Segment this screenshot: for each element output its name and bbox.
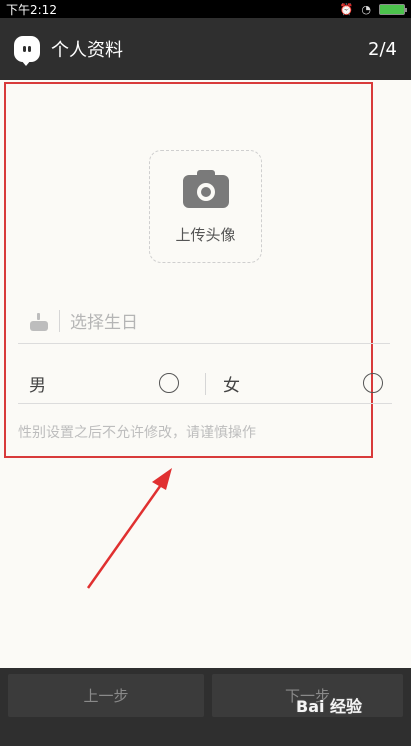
annotation-arrow-icon xyxy=(86,468,172,589)
previous-step-button[interactable]: 上一步 xyxy=(8,674,204,717)
watermark: Bai 经验 xyxy=(296,697,363,716)
